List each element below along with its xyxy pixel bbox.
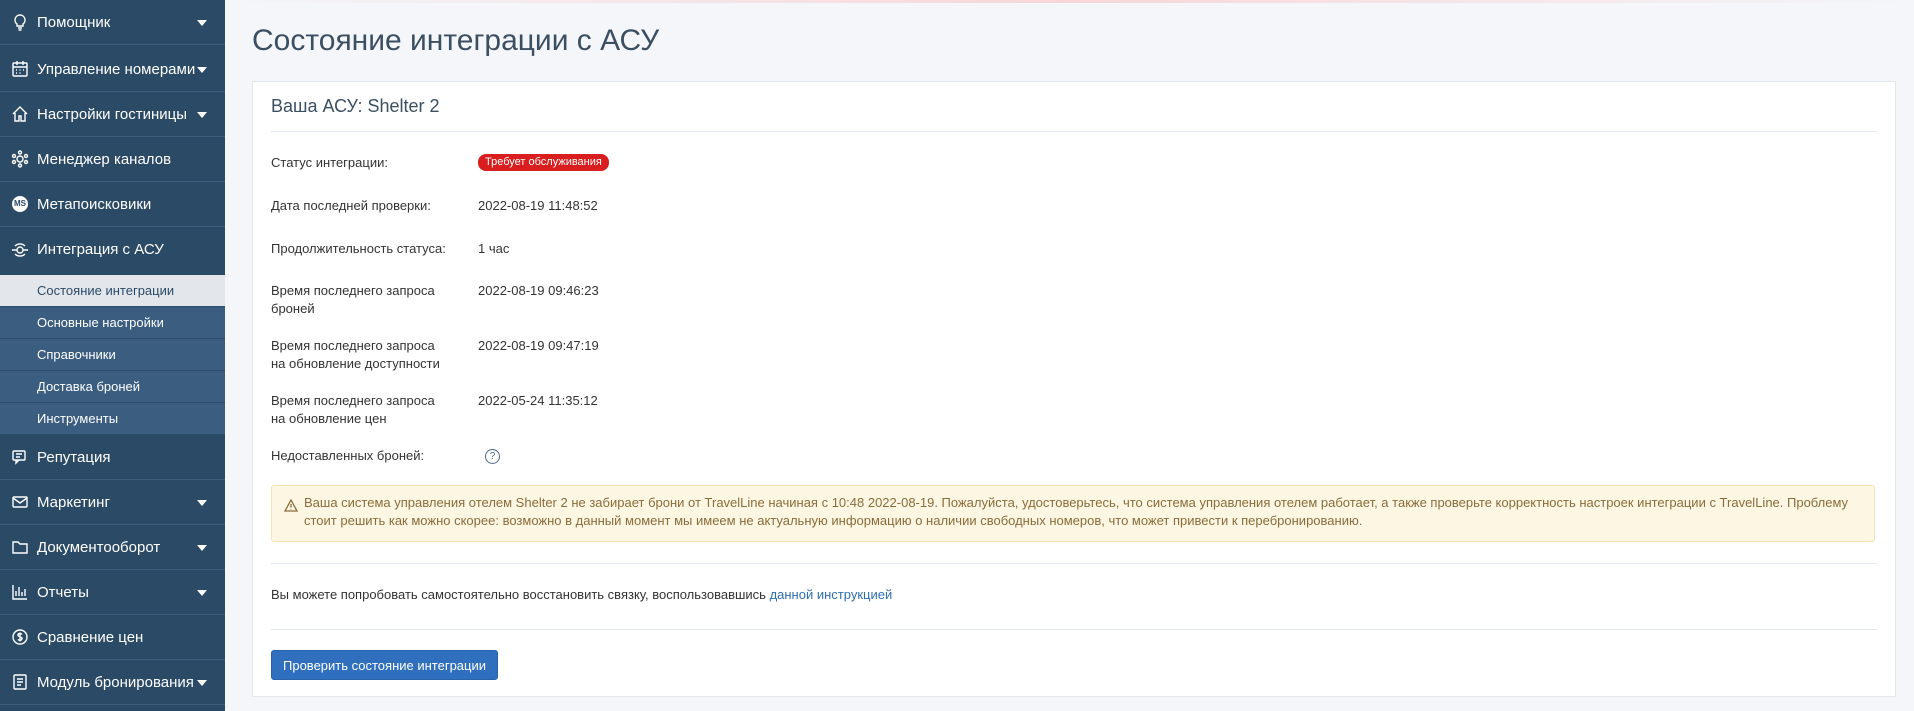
status-label: Статус интеграции: xyxy=(271,155,388,170)
chevron-down-icon xyxy=(197,590,207,596)
last-check-label: Дата последней проверки: xyxy=(271,198,431,213)
submenu-item-tools[interactable]: Инструменты xyxy=(0,403,225,435)
sidebar-item-metasearch[interactable]: MS Метапоисковики xyxy=(0,182,225,227)
restore-text: Вы можете попробовать самостоятельно вос… xyxy=(271,587,770,602)
label-line: Время последнего запроса xyxy=(271,338,435,353)
integration-icon xyxy=(9,239,31,261)
sidebar-item-label: Настройки гостиницы xyxy=(37,105,187,123)
sidebar-item-label: Отчеты xyxy=(37,583,89,601)
warning-icon xyxy=(284,499,298,512)
sidebar-item-rooms[interactable]: Управление номерами xyxy=(0,47,225,92)
last-availability-request-label: Время последнего запроса на обновление д… xyxy=(271,337,440,373)
sidebar-item-label: Сравнение цен xyxy=(37,628,144,646)
sidebar-item-reputation[interactable]: Репутация xyxy=(0,435,225,480)
help-icon[interactable]: ? xyxy=(485,449,500,464)
sidebar-item-label: Менеджер каналов xyxy=(37,150,172,168)
check-integration-button[interactable]: Проверить состояние интеграции xyxy=(271,650,499,680)
booking-icon xyxy=(9,671,31,693)
gear-network-icon xyxy=(9,148,31,170)
sidebar-item-label: Помощник xyxy=(37,13,111,31)
submenu-item-integration-status[interactable]: Состояние интеграции xyxy=(0,275,225,307)
sidebar-item-label: Репутация xyxy=(37,448,111,466)
submenu-item-main-settings[interactable]: Основные настройки xyxy=(0,307,225,339)
integration-status-card: Ваша АСУ: Shelter 2 Статус интеграции: Т… xyxy=(252,81,1896,697)
sidebar-item-booking-module[interactable]: Модуль бронирования xyxy=(0,660,225,705)
label-line: Время последнего запроса xyxy=(271,393,435,408)
sidebar-item-marketing[interactable]: Маркетинг xyxy=(0,480,225,525)
sidebar-item-channel-manager[interactable]: Менеджер каналов xyxy=(0,137,225,182)
sidebar-item-reports[interactable]: Отчеты xyxy=(0,570,225,615)
undelivered-bookings-label: Недоставленных броней: xyxy=(271,448,425,463)
label-line: на обновление доступности xyxy=(271,356,440,371)
warning-alert: Ваша система управления отелем Shelter 2… xyxy=(271,485,1875,542)
top-accent-line xyxy=(225,0,1914,3)
ms-badge-icon: MS xyxy=(9,193,31,215)
warning-line: стоит решить как можно скорее: возможно … xyxy=(304,513,1363,528)
last-prices-request-label: Время последнего запроса на обновление ц… xyxy=(271,392,435,428)
chevron-down-icon xyxy=(197,545,207,551)
card-title: Ваша АСУ: Shelter 2 xyxy=(271,96,440,116)
price-compare-icon xyxy=(9,626,31,648)
sidebar-item-label: Маркетинг xyxy=(37,493,110,511)
sidebar: Помощник Управление номерами Настройки г… xyxy=(0,0,225,711)
calendar-icon xyxy=(9,58,31,80)
sidebar-item-label: Интеграция с АСУ xyxy=(37,241,164,258)
divider xyxy=(271,131,1877,132)
chevron-down-icon xyxy=(197,67,207,73)
submenu-item-booking-delivery[interactable]: Доставка броней xyxy=(0,371,225,403)
lightbulb-icon xyxy=(9,11,31,33)
last-availability-request-value: 2022-08-19 09:47:19 xyxy=(478,338,599,353)
sidebar-item-hotel-settings[interactable]: Настройки гостиницы xyxy=(0,92,225,137)
chat-icon xyxy=(9,446,31,468)
page-title: Состояние интеграции с АСУ xyxy=(252,24,660,57)
duration-value: 1 час xyxy=(478,241,510,256)
last-prices-request-value: 2022-05-24 11:35:12 xyxy=(478,393,598,408)
divider xyxy=(271,563,1877,564)
sidebar-item-assistant[interactable]: Помощник xyxy=(0,0,225,45)
chevron-down-icon xyxy=(197,112,207,118)
label-line: Время последнего запроса xyxy=(271,283,435,298)
sidebar-item-label: Метапоисковики xyxy=(37,195,152,213)
sidebar-item-price-compare[interactable]: Сравнение цен xyxy=(0,615,225,660)
duration-label: Продолжительность статуса: xyxy=(271,241,446,256)
sidebar-item-label: Модуль бронирования xyxy=(37,673,194,691)
bar-chart-icon xyxy=(9,581,31,603)
chevron-down-icon xyxy=(197,500,207,506)
chevron-down-icon xyxy=(197,20,207,26)
status-badge: Требует обслуживания xyxy=(478,154,609,171)
divider xyxy=(271,629,1877,630)
last-bookings-request-value: 2022-08-19 09:46:23 xyxy=(478,283,599,298)
chevron-down-icon xyxy=(197,680,207,686)
envelope-icon xyxy=(9,491,31,513)
sidebar-item-label: Документооборот xyxy=(37,538,161,556)
instruction-link[interactable]: данной инструкцией xyxy=(770,587,893,602)
home-icon xyxy=(9,103,31,125)
sidebar-item-label: Управление номерами xyxy=(37,60,196,78)
label-line: на обновление цен xyxy=(271,411,387,426)
folder-icon xyxy=(9,536,31,558)
sidebar-item-pms-integration[interactable]: Интеграция с АСУ xyxy=(0,227,225,272)
last-check-value: 2022-08-19 11:48:52 xyxy=(478,198,598,213)
submenu-item-directories[interactable]: Справочники xyxy=(0,339,225,371)
warning-line: Ваша система управления отелем Shelter 2… xyxy=(304,495,1849,510)
warning-message: Ваша система управления отелем Shelter 2… xyxy=(304,494,1866,530)
label-line: броней xyxy=(271,301,315,316)
restore-hint: Вы можете попробовать самостоятельно вос… xyxy=(271,587,892,602)
sidebar-item-documents[interactable]: Документооборот xyxy=(0,525,225,570)
last-bookings-request-label: Время последнего запроса броней xyxy=(271,282,435,318)
